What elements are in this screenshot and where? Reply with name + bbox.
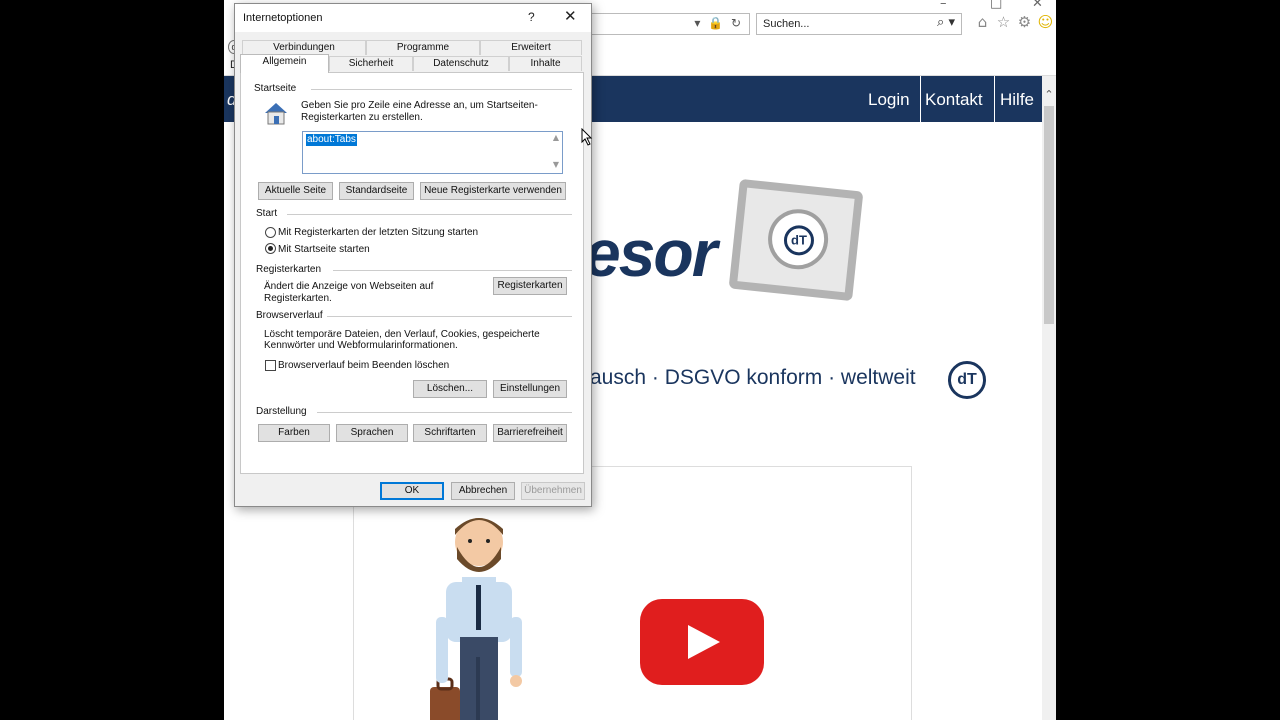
nav-divider: [920, 76, 921, 122]
help-button[interactable]: ?: [528, 10, 535, 24]
ok-button[interactable]: OK: [380, 482, 444, 500]
dialog-title: Internetoptionen: [243, 12, 323, 24]
nav-contact-link[interactable]: Kontakt: [925, 90, 983, 110]
logo-badge: dT: [783, 225, 814, 256]
close-icon[interactable]: ✕: [564, 7, 577, 25]
radio-last-session-label[interactable]: Mit Registerkarten der letzten Sitzung s…: [278, 227, 478, 239]
radio-last-session[interactable]: [265, 227, 276, 238]
accessibility-button[interactable]: Barrierefreiheit: [493, 424, 567, 442]
delete-history-button[interactable]: Löschen...: [413, 380, 487, 398]
scroll-up-arrow-icon[interactable]: ⌃: [1042, 88, 1056, 101]
scroll-up-icon[interactable]: ▲: [553, 133, 559, 142]
safe-dial-icon: dT: [765, 206, 832, 273]
radio-homepage[interactable]: [265, 243, 276, 254]
default-page-button[interactable]: Standardseite: [339, 182, 414, 200]
favorites-star-icon[interactable]: ☆: [993, 13, 1014, 31]
group-label-start: Start: [256, 208, 278, 219]
toolbar-icons: ⌂ ☆ ⚙ ☺: [972, 13, 1056, 31]
group-label-registerkarten: Registerkarten: [256, 264, 322, 275]
scroll-down-icon[interactable]: ▼: [553, 160, 559, 169]
address-bar[interactable]: ▾ 🔒 ↻: [584, 13, 750, 35]
house-icon: [265, 103, 287, 125]
startseite-desc-line1: Geben Sie pro Zeile eine Adresse an, um …: [301, 100, 538, 111]
gear-icon[interactable]: ⚙: [1014, 13, 1035, 31]
brand-wordmark: esor: [584, 216, 717, 290]
feedback-smiley-icon[interactable]: ☺: [1035, 13, 1056, 31]
tab-datenschutz[interactable]: Datenschutz: [413, 56, 509, 71]
search-box[interactable]: ⌕ ▾: [756, 13, 962, 35]
tagline-badge: dT: [948, 361, 986, 399]
internet-options-dialog: Internetoptionen ? ✕ Verbindungen Progra…: [234, 3, 592, 507]
page-scrollbar[interactable]: ⌃: [1042, 76, 1056, 720]
new-tab-button[interactable]: Neue Registerkarte verwenden: [420, 182, 566, 200]
apply-button[interactable]: Übernehmen: [521, 482, 585, 500]
colors-button[interactable]: Farben: [258, 424, 330, 442]
tab-programme[interactable]: Programme: [366, 40, 480, 55]
tab-sicherheit[interactable]: Sicherheit: [329, 56, 413, 71]
group-divider: [333, 270, 572, 271]
languages-button[interactable]: Sprachen: [336, 424, 408, 442]
delete-history-on-exit-checkbox[interactable]: [265, 360, 276, 371]
group-divider: [287, 214, 572, 215]
businessman-illustration: [430, 518, 522, 720]
tab-inhalte[interactable]: Inhalte: [509, 56, 582, 71]
address-bar-icons[interactable]: ▾ 🔒 ↻: [694, 16, 743, 30]
cancel-button[interactable]: Abbrechen: [451, 482, 515, 500]
tabs-settings-button[interactable]: Registerkarten: [493, 277, 567, 295]
dialog-titlebar[interactable]: Internetoptionen ? ✕: [235, 4, 591, 32]
nav-divider: [994, 76, 995, 122]
mouse-cursor-icon: [581, 128, 593, 146]
search-icon[interactable]: ⌕ ▾: [937, 15, 955, 30]
homepage-value[interactable]: about:Tabs: [306, 134, 357, 146]
tab-allgemein[interactable]: Allgemein: [240, 54, 329, 73]
fonts-button[interactable]: Schriftarten: [413, 424, 487, 442]
tabs-desc-line1: Ändert die Anzeige von Webseiten auf: [264, 281, 434, 292]
delete-history-on-exit-label[interactable]: Browserverlauf beim Beenden löschen: [278, 360, 449, 372]
group-divider: [311, 89, 572, 90]
play-triangle-icon: [688, 625, 720, 659]
startseite-desc-line2: Registerkarten zu erstellen.: [301, 112, 423, 123]
radio-homepage-label[interactable]: Mit Startseite starten: [278, 244, 370, 256]
tabs-desc-line2: Registerkarten.: [264, 293, 332, 304]
group-divider: [317, 412, 572, 413]
search-input[interactable]: [757, 14, 917, 34]
homepage-textarea[interactable]: about:Tabs ▲ ▼: [302, 131, 563, 174]
current-page-button[interactable]: Aktuelle Seite: [258, 182, 333, 200]
group-label-browserverlauf: Browserverlauf: [256, 310, 323, 321]
history-settings-button[interactable]: Einstellungen: [493, 380, 567, 398]
group-label-darstellung: Darstellung: [256, 406, 307, 417]
scroll-thumb[interactable]: [1044, 106, 1054, 324]
history-desc-line2: Kennwörter und Webformularinformationen.: [264, 340, 458, 351]
group-divider: [327, 316, 572, 317]
safe-logo: dT: [728, 178, 864, 302]
site-tagline: ausch · DSGVO konform · weltweit: [590, 366, 916, 389]
home-icon[interactable]: ⌂: [972, 13, 993, 31]
group-label-startseite: Startseite: [254, 83, 297, 94]
tab-erweitert[interactable]: Erweitert: [480, 40, 582, 55]
youtube-play-button[interactable]: [640, 599, 764, 685]
nav-login-link[interactable]: Login: [868, 90, 910, 110]
nav-help-link[interactable]: Hilfe: [1000, 90, 1034, 110]
tab-verbindungen[interactable]: Verbindungen: [242, 40, 366, 55]
